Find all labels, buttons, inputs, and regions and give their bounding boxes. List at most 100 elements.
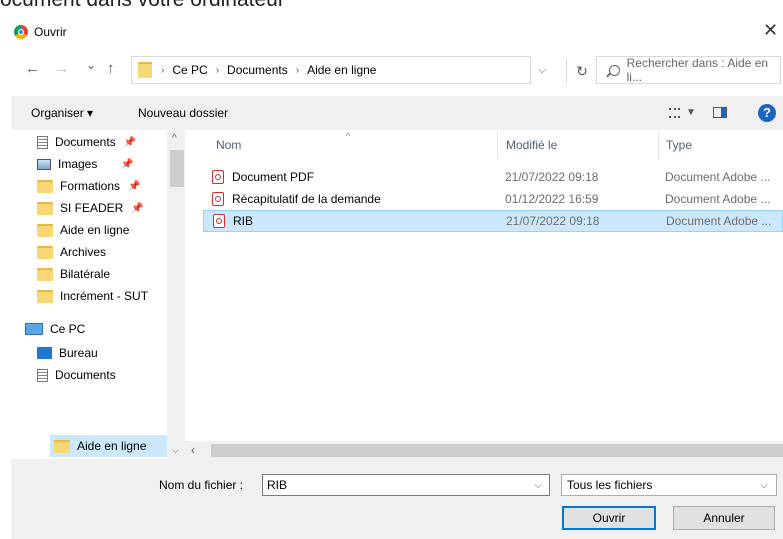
sidebar-item-label: SI FEADER <box>60 201 124 215</box>
column-header-modified[interactable]: Modifié le <box>506 138 557 152</box>
preview-pane-button[interactable] <box>713 107 727 118</box>
desktop-icon <box>37 347 52 359</box>
sidebar-item-archives[interactable]: Archives <box>37 241 106 263</box>
file-modified: 01/12/2022 16:59 <box>505 192 599 206</box>
sidebar-item-label: Ce PC <box>50 322 86 336</box>
chevron-down-icon: ▼ <box>686 107 696 118</box>
dialog-footer <box>11 459 783 539</box>
sidebar-item-ce-pc[interactable]: Ce PC <box>25 318 85 340</box>
organize-button[interactable]: Organiser ▾ <box>31 106 93 120</box>
sidebar-item-label: Aide en ligne <box>60 223 130 237</box>
folder-icon <box>37 179 53 193</box>
file-row[interactable]: Récapitulatif de la demande 01/12/2022 1… <box>203 188 783 210</box>
pin-icon: 📌 <box>121 158 134 170</box>
details-view-icon <box>669 107 680 118</box>
filename-input[interactable]: RIB ⌵ <box>262 474 550 496</box>
sidebar-item-increment-sut[interactable]: Incrément - SUT <box>37 285 148 307</box>
sidebar-item-label: Bilatérale <box>60 267 111 281</box>
back-arrow-icon[interactable]: ← <box>25 60 40 77</box>
sidebar-item-images[interactable]: Images 📌 <box>37 153 134 175</box>
file-row[interactable]: Document PDF 21/07/2022 09:18 Document A… <box>203 166 783 188</box>
chevron-right-icon: › <box>161 64 165 76</box>
column-header-type[interactable]: Type <box>666 138 692 152</box>
view-options-button[interactable]: ▼ <box>669 107 696 118</box>
preview-pane-icon <box>721 108 726 117</box>
file-modified: 21/07/2022 09:18 <box>505 170 599 184</box>
column-divider[interactable] <box>658 131 659 159</box>
sort-up-icon: ^ <box>346 131 351 141</box>
column-divider[interactable] <box>497 131 498 159</box>
file-name: RIB <box>233 214 254 228</box>
filename-label: Nom du fichier : <box>159 478 243 492</box>
file-type: Document Adobe ... <box>665 170 771 184</box>
recent-locations-icon[interactable]: ⌄ <box>86 58 96 72</box>
file-name: Récapitulatif de la demande <box>232 192 381 206</box>
address-dropdown-icon[interactable]: ⌵ <box>538 64 546 77</box>
file-type-select[interactable]: Tous les fichiers ⌵ <box>561 474 777 496</box>
horizontal-scroll-thumb[interactable] <box>211 444 783 457</box>
file-modified: 21/07/2022 09:18 <box>506 214 600 228</box>
images-icon <box>37 158 51 170</box>
cancel-button[interactable]: Annuler <box>673 506 775 530</box>
search-input[interactable]: Rechercher dans : Aide en li... <box>596 56 781 84</box>
documents-icon <box>37 135 48 149</box>
up-arrow-icon[interactable]: ↑ <box>107 60 115 77</box>
scroll-left-icon[interactable]: ‹ <box>191 443 195 457</box>
open-button[interactable]: Ouvrir <box>562 506 656 530</box>
computer-icon <box>25 323 43 335</box>
chrome-icon <box>14 25 28 39</box>
sidebar-item-aide-en-ligne[interactable]: Aide en ligne <box>37 219 129 241</box>
filename-label-text: Nom du fichier : <box>159 478 244 492</box>
chevron-right-icon: › <box>295 64 300 76</box>
column-header-name[interactable]: Nom <box>216 138 241 152</box>
help-button[interactable]: ? <box>758 104 776 122</box>
chevron-down-icon: ⌵ <box>760 480 768 491</box>
folder-icon <box>37 201 53 215</box>
folder-icon <box>37 245 53 259</box>
folder-icon <box>54 439 70 453</box>
address-bar[interactable]: › Ce PC › Documents › Aide en ligne <box>131 56 531 84</box>
new-folder-button[interactable]: Nouveau dossier <box>138 106 228 120</box>
chevron-right-icon: › <box>215 64 220 76</box>
sidebar-item-label: Documents <box>55 368 116 382</box>
sidebar-item-aide-en-ligne-selected[interactable]: Aide en ligne <box>50 435 176 457</box>
breadcrumb-aide-en-ligne[interactable]: Aide en ligne <box>307 63 376 77</box>
sidebar-item-bilaterale[interactable]: Bilatérale <box>37 263 110 285</box>
sidebar-item-bureau[interactable]: Bureau <box>37 342 98 364</box>
file-row-selected[interactable]: RIB 21/07/2022 09:18 Document Adobe ... <box>203 210 783 232</box>
chevron-down-icon[interactable]: ⌵ <box>534 480 542 491</box>
folder-icon <box>138 62 152 78</box>
title-bar: Ouvrir <box>14 22 67 42</box>
folder-icon <box>37 289 53 303</box>
file-type: Document Adobe ... <box>666 214 772 228</box>
sidebar-item-documents-pc[interactable]: Documents <box>37 364 116 386</box>
filename-value: RIB <box>267 478 288 492</box>
forward-arrow-icon[interactable]: → <box>54 60 69 77</box>
pdf-icon <box>212 170 224 184</box>
navigation-pane: Documents 📌 Images 📌 Formations 📌 SI FEA… <box>11 130 185 459</box>
folder-icon <box>37 223 53 237</box>
file-type-value: Tous les fichiers <box>567 478 653 492</box>
background-heading: ocument dans votre ordinateur <box>0 0 285 12</box>
pin-icon: 📌 <box>123 136 137 148</box>
breadcrumb-documents[interactable]: Documents <box>227 63 288 77</box>
sidebar-item-documents[interactable]: Documents 📌 <box>37 131 136 153</box>
breadcrumb-ce-pc[interactable]: Ce PC <box>172 63 207 77</box>
sidebar-item-label: Formations <box>60 179 121 193</box>
documents-icon <box>37 368 48 382</box>
refresh-icon: ↻ <box>576 62 588 79</box>
search-placeholder: Rechercher dans : Aide en li... <box>626 56 769 84</box>
refresh-button[interactable]: ↻ <box>566 59 597 83</box>
pdf-icon <box>213 214 225 228</box>
close-button[interactable]: ✕ <box>763 20 778 41</box>
scroll-up-icon[interactable]: ^ <box>172 133 177 144</box>
sidebar-item-label: Archives <box>60 245 107 259</box>
folder-icon <box>37 267 53 281</box>
sidebar-item-label: Images <box>58 157 98 171</box>
sidebar-item-label: Bureau <box>59 346 98 360</box>
scroll-down-icon[interactable]: ⌵ <box>172 445 179 456</box>
sidebar-item-label: Incrément - SUT <box>60 289 149 303</box>
sidebar-scroll-thumb[interactable] <box>170 150 184 187</box>
sidebar-item-formations[interactable]: Formations 📌 <box>37 175 140 197</box>
sidebar-item-si-feader[interactable]: SI FEADER 📌 <box>37 197 144 219</box>
